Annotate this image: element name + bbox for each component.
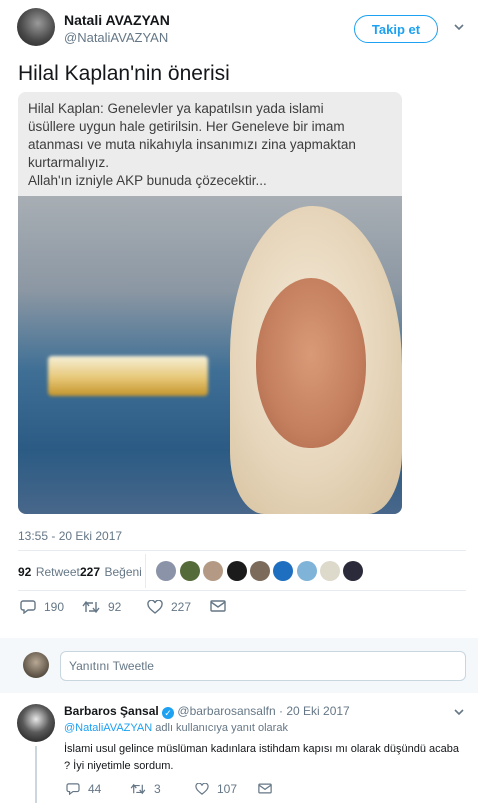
like-count: 227	[171, 600, 192, 614]
retweet-icon	[82, 600, 100, 614]
face-shape	[256, 278, 366, 448]
media-text-block: Hilal Kaplan: Genelevler ya kapatılsın y…	[18, 92, 402, 196]
ferry-shape	[48, 356, 208, 396]
dm-icon	[210, 600, 226, 612]
like-icon	[147, 600, 163, 614]
media-text-line: Hilal Kaplan: Genelevler ya kapatılsın y…	[28, 101, 324, 116]
retweets-stat[interactable]: 92 Retweet	[18, 563, 80, 581]
reply-icon	[20, 600, 36, 614]
dm-icon	[258, 783, 272, 794]
media-text-line: kurtarmalıyız.	[28, 155, 110, 170]
tweet-timestamp[interactable]: 13:55 - 20 Eki 2017	[18, 529, 122, 543]
reply-reply-action[interactable]: 44	[66, 782, 101, 796]
reply-author-handle[interactable]: @barbarosansalfn	[177, 704, 275, 718]
reply-like-action[interactable]: 107	[195, 782, 237, 796]
reply-dm-action[interactable]	[258, 783, 272, 794]
divider	[18, 590, 466, 591]
liker-avatar[interactable]	[203, 561, 223, 581]
reply-count: 190	[44, 600, 65, 614]
reply-reply-count: 44	[88, 782, 102, 796]
reply-caret-down-icon[interactable]	[453, 705, 465, 721]
like-icon	[195, 783, 209, 795]
reply-date[interactable]: · 20 Eki 2017	[279, 704, 350, 718]
reply-text: İslami usul gelince müslüman kadınlara i…	[64, 741, 468, 775]
author-avatar[interactable]	[17, 8, 55, 46]
likes-count: 227	[80, 565, 101, 579]
liker-avatar[interactable]	[297, 561, 317, 581]
liker-avatar[interactable]	[273, 561, 293, 581]
retweet-count: 92	[108, 600, 122, 614]
liker-avatar[interactable]	[156, 561, 176, 581]
liker-avatar[interactable]	[250, 561, 270, 581]
liker-avatar[interactable]	[320, 561, 340, 581]
media-text-line: atanması ve muta nikahıyla insanımızı zi…	[28, 137, 356, 152]
stats-separator	[145, 554, 146, 588]
reply-text-line: ? İyi niyetimle sordum.	[64, 760, 174, 772]
retweets-count: 92	[18, 565, 32, 579]
current-user-avatar[interactable]	[23, 652, 49, 678]
caret-down-icon[interactable]	[453, 20, 465, 36]
like-action[interactable]: 227	[147, 600, 191, 614]
reply-like-count: 107	[217, 782, 238, 796]
liker-avatar[interactable]	[227, 561, 247, 581]
retweet-icon	[130, 783, 146, 795]
liker-avatar[interactable]	[343, 561, 363, 581]
follow-button[interactable]: Takip et	[354, 15, 438, 43]
media-text-line: Allah'ın izniyle AKP bunuda çözecektir..…	[28, 173, 267, 188]
author-handle[interactable]: @NataliAVAZYAN	[64, 30, 168, 45]
reply-icon	[66, 783, 80, 795]
reply-input-placeholder: Yanıtını Tweetle	[69, 659, 154, 673]
dm-action[interactable]	[210, 600, 226, 612]
tweet-media[interactable]: Hilal Kaplan: Genelevler ya kapatılsın y…	[18, 92, 402, 514]
likes-stat[interactable]: 227 Beğeni	[80, 563, 142, 581]
reply-author-name[interactable]: Barbaros Şansal	[64, 704, 159, 718]
reply-retweet-count: 3	[154, 782, 161, 796]
thread-line	[35, 746, 37, 803]
reply-header: Barbaros Şansal ✓ @barbarosansalfn · 20 …	[64, 704, 350, 719]
reply-action[interactable]: 190	[20, 600, 64, 614]
reply-author-avatar[interactable]	[17, 704, 55, 742]
reply-text-line: İslami usul gelince müslüman kadınlara i…	[64, 743, 459, 755]
likes-label: Beğeni	[104, 565, 142, 579]
reply-input[interactable]: Yanıtını Tweetle	[60, 651, 466, 681]
media-text-line: üsüllere uygun hale getirilsin. Her Gene…	[28, 119, 345, 134]
liker-avatar[interactable]	[180, 561, 200, 581]
replying-to-suffix: adlı kullanıcıya yanıt olarak	[155, 722, 288, 734]
divider	[18, 550, 466, 551]
reply-compose: Yanıtını Tweetle	[0, 638, 478, 693]
author-name[interactable]: Natali AVAZYAN	[64, 12, 170, 28]
retweets-label: Retweet	[35, 565, 80, 579]
tweet-text: Hilal Kaplan'nin önerisi	[18, 62, 230, 85]
reply-retweet-action[interactable]: 3	[130, 782, 161, 796]
retweet-action[interactable]: 92	[82, 600, 121, 614]
media-photo	[18, 196, 402, 514]
replying-to-handle[interactable]: @NataliAVAZYAN	[64, 722, 152, 734]
verified-icon: ✓	[162, 707, 175, 719]
replying-to: @NataliAVAZYAN adlı kullanıcıya yanıt ol…	[64, 722, 288, 734]
